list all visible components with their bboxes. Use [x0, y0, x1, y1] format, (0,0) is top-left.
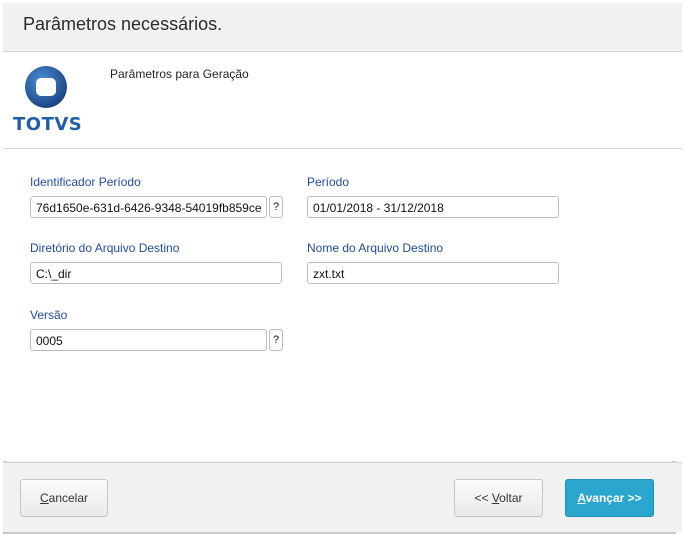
identificador-input[interactable]: 76d1650e-631d-6426-9348-54019fb859ce — [30, 196, 267, 218]
totvs-logo: TOTVS — [11, 62, 83, 135]
versao-help-button[interactable]: ? — [269, 329, 283, 351]
periodo-label: Período — [307, 175, 350, 189]
periodo-input[interactable]: 01/01/2018 - 31/12/2018 — [307, 196, 559, 218]
versao-label: Versão — [30, 308, 68, 322]
logo-text: TOTVS — [13, 114, 83, 135]
nome-arquivo-input[interactable]: zxt.txt — [307, 262, 559, 284]
cancel-accel: C — [39, 491, 49, 505]
cancel-rest: ancelar — [48, 491, 89, 505]
form-area: Identificador Período 76d1650e-631d-6426… — [3, 149, 682, 461]
nome-arquivo-label: Nome do Arquivo Destino — [307, 241, 444, 255]
cancel-button[interactable]: Cancelar — [20, 479, 108, 517]
diretorio-input[interactable]: C:\_dir — [30, 262, 282, 284]
back-button[interactable]: << Voltar — [454, 479, 543, 517]
wizard-header: TOTVS Parâmetros para Geração — [3, 52, 682, 149]
header-subtitle: Parâmetros para Geração — [110, 67, 249, 81]
next-rest: vançar >> — [585, 491, 642, 505]
next-button[interactable]: Avançar >> — [565, 479, 654, 517]
versao-input[interactable]: 0005 — [30, 329, 267, 351]
wizard-footer: Cancelar << Voltar Avançar >> — [3, 462, 682, 532]
diretorio-label: Diretório do Arquivo Destino — [30, 241, 180, 255]
totvs-logo-icon — [25, 66, 67, 108]
next-accel: A — [577, 491, 586, 505]
identificador-label: Identificador Período — [30, 175, 141, 189]
back-rest: oltar — [499, 491, 523, 505]
window-title: Parâmetros necessários. — [23, 14, 223, 34]
title-bar: Parâmetros necessários. — [3, 3, 682, 52]
back-prefix: << — [474, 491, 492, 505]
identificador-help-button[interactable]: ? — [269, 196, 283, 218]
